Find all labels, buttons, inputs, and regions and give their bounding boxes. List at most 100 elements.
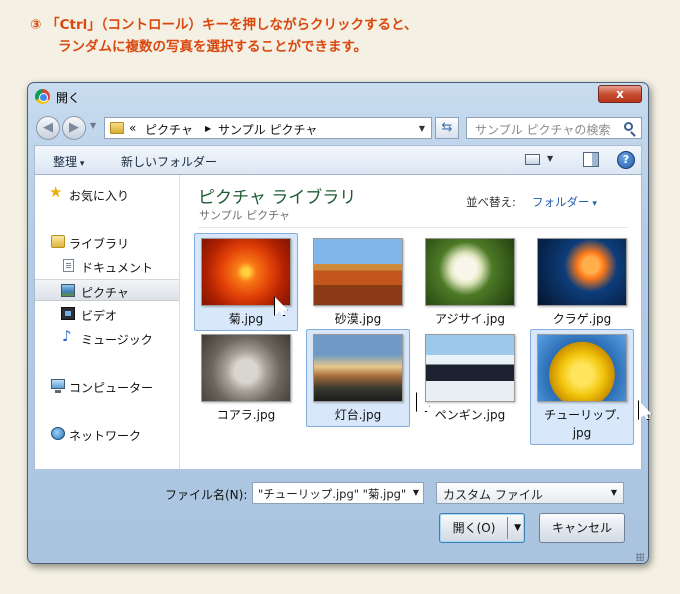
thumbnail-image — [313, 238, 403, 306]
thumbnail-image — [201, 334, 291, 402]
sidebar-item-label: ピクチャ — [81, 286, 129, 300]
window-title: 開く — [56, 91, 81, 105]
sidebar-item-label: コンピューター — [69, 381, 154, 395]
file-name: 砂漠.jpg — [334, 312, 382, 326]
video-icon — [61, 307, 75, 320]
picture-icon — [61, 284, 75, 297]
file-item-desert[interactable]: 砂漠.jpg — [306, 233, 410, 331]
open-button-label: 開く(O) — [452, 521, 496, 535]
change-view-icon[interactable] — [525, 154, 540, 165]
computer-icon — [51, 379, 65, 393]
file-item-koala[interactable]: コアラ.jpg — [194, 329, 298, 427]
file-name-dropdown-icon[interactable]: ▼ — [413, 488, 419, 497]
thumbnail-image — [537, 334, 627, 402]
breadcrumb-pictures[interactable]: ピクチャ — [145, 121, 193, 138]
file-name-field[interactable]: "チューリップ.jpg" "菊.jpg" ▼ — [252, 482, 424, 504]
sidebar-item-label: ライブラリ — [69, 237, 130, 251]
address-dropdown-icon[interactable]: ▼ — [419, 124, 425, 133]
arrange-by-label: 並べ替え: — [466, 195, 516, 209]
folder-icon — [110, 122, 124, 134]
file-type-select[interactable]: カスタム ファイル ▼ — [436, 482, 624, 504]
breadcrumb-overflow[interactable]: « — [129, 121, 136, 135]
breadcrumb-separator-icon[interactable]: ▶ — [205, 124, 211, 133]
search-box[interactable]: サンプル ピクチャの検索 — [466, 117, 642, 139]
preview-pane-icon[interactable] — [583, 152, 599, 167]
sidebar-item-network[interactable]: ネットワーク — [35, 423, 179, 445]
file-name-line-1: チューリップ. — [544, 408, 620, 422]
open-options-dropdown-icon[interactable]: ▼ — [514, 514, 521, 542]
split-divider — [507, 517, 508, 539]
file-item-jellyfish[interactable]: クラゲ.jpg — [530, 233, 634, 331]
help-icon[interactable]: ? — [617, 151, 635, 169]
divider — [198, 227, 628, 228]
file-name: ペンギン.jpg — [434, 408, 506, 422]
organize-menu[interactable]: 整理 — [53, 153, 84, 170]
thumbnail-image — [537, 238, 627, 306]
thumbnail-image — [425, 238, 515, 306]
search-input[interactable]: サンプル ピクチャの検索 — [475, 121, 610, 138]
refresh-button[interactable]: ⇆ — [435, 117, 459, 139]
open-button[interactable]: 開く(O) ▼ — [439, 513, 525, 543]
new-folder-button[interactable]: 新しいフォルダー — [121, 153, 217, 170]
sidebar-item-label: ドキュメント — [81, 261, 154, 275]
dialog-footer: ファイル名(N): "チューリップ.jpg" "菊.jpg" ▼ カスタム ファ… — [28, 469, 648, 565]
title-bar[interactable]: 開く x — [28, 83, 648, 111]
navigation-pane: ★ お気に入り ライブラリ ドキュメント ピクチャ ビデオ ♪ ミュージック コ… — [34, 175, 180, 469]
mouse-pointer-icon — [638, 400, 652, 420]
file-item-tulips[interactable]: チューリップ. jpg — [530, 329, 634, 445]
thumbnail-image — [201, 238, 291, 306]
address-row: ◀ ▶ ▼ « ピクチャ ▶ サンプル ピクチャ ▼ ⇆ サンプル ピクチャの検… — [34, 115, 642, 141]
library-icon — [51, 235, 65, 248]
arrange-by-dropdown[interactable]: フォルダー — [532, 194, 597, 210]
file-item-penguins[interactable]: ペンギン.jpg — [418, 329, 522, 427]
instruction-line-2: ランダムに複数の写真を選択することができます。 — [58, 39, 368, 55]
chrome-logo-icon — [35, 89, 50, 104]
sidebar-item-label: ミュージック — [81, 333, 153, 347]
sidebar-item-label: ネットワーク — [69, 429, 142, 443]
file-name-line-2: jpg — [572, 426, 592, 440]
view-options-dropdown-icon[interactable]: ▼ — [547, 154, 553, 163]
file-item-hydrangeas[interactable]: アジサイ.jpg — [418, 233, 522, 331]
file-item-lighthouse[interactable]: 灯台.jpg — [306, 329, 410, 427]
music-icon: ♪ — [62, 327, 72, 345]
file-list-pane: ピクチャ ライブラリ サンプル ピクチャ 並べ替え: フォルダー 菊.jpg 砂… — [180, 175, 652, 469]
close-button[interactable]: x — [598, 85, 642, 103]
sidebar-item-favorites[interactable]: ★ お気に入り — [35, 183, 179, 205]
breadcrumb-sample-pictures[interactable]: サンプル ピクチャ — [218, 121, 317, 138]
file-name: アジサイ.jpg — [435, 312, 505, 326]
file-item-chrysanthemum[interactable]: 菊.jpg — [194, 233, 298, 331]
sidebar-item-computer[interactable]: コンピューター — [35, 375, 179, 397]
network-icon — [51, 427, 65, 440]
instruction-text: ③ 「Ctrl」（コントロール）キーを押しながらクリックすると、 ランダムに複数… — [30, 14, 670, 58]
file-type-dropdown-icon: ▼ — [610, 488, 617, 497]
sidebar-item-label: お気に入り — [69, 189, 130, 203]
sidebar-item-documents[interactable]: ドキュメント — [35, 255, 179, 277]
sidebar-item-videos[interactable]: ビデオ — [35, 303, 179, 325]
cancel-button[interactable]: キャンセル — [539, 513, 625, 543]
file-type-value: カスタム ファイル — [443, 488, 543, 502]
file-name: 灯台.jpg — [334, 408, 382, 422]
file-name-value[interactable]: "チューリップ.jpg" "菊.jpg" — [258, 486, 406, 502]
sidebar-item-pictures[interactable]: ピクチャ — [35, 279, 179, 301]
command-toolbar: 整理 新しいフォルダー ▼ ? — [34, 145, 642, 175]
library-title: ピクチャ ライブラリ — [198, 188, 357, 208]
back-button[interactable]: ◀ — [36, 116, 60, 140]
open-file-dialog: 開く x ◀ ▶ ▼ « ピクチャ ▶ サンプル ピクチャ ▼ ⇆ サンプル ピ… — [27, 82, 652, 565]
search-icon[interactable] — [624, 122, 633, 131]
sidebar-item-libraries[interactable]: ライブラリ — [35, 231, 179, 253]
file-name-label: ファイル名(N): — [165, 488, 248, 502]
resize-grip-icon[interactable] — [636, 553, 644, 561]
sidebar-item-label: ビデオ — [81, 309, 118, 323]
recent-pages-dropdown[interactable]: ▼ — [90, 121, 96, 130]
forward-button[interactable]: ▶ — [62, 116, 86, 140]
file-name: コアラ.jpg — [216, 408, 276, 422]
document-icon — [63, 259, 74, 272]
thumbnail-image — [313, 334, 403, 402]
address-bar[interactable]: « ピクチャ ▶ サンプル ピクチャ ▼ — [104, 117, 432, 139]
star-icon: ★ — [49, 183, 63, 201]
thumbnail-image — [425, 334, 515, 402]
file-name: クラゲ.jpg — [552, 312, 612, 326]
library-subtitle: サンプル ピクチャ — [199, 209, 291, 222]
instruction-line-1: ③ 「Ctrl」（コントロール）キーを押しながらクリックすると、 — [30, 17, 418, 33]
sidebar-item-music[interactable]: ♪ ミュージック — [35, 327, 179, 349]
